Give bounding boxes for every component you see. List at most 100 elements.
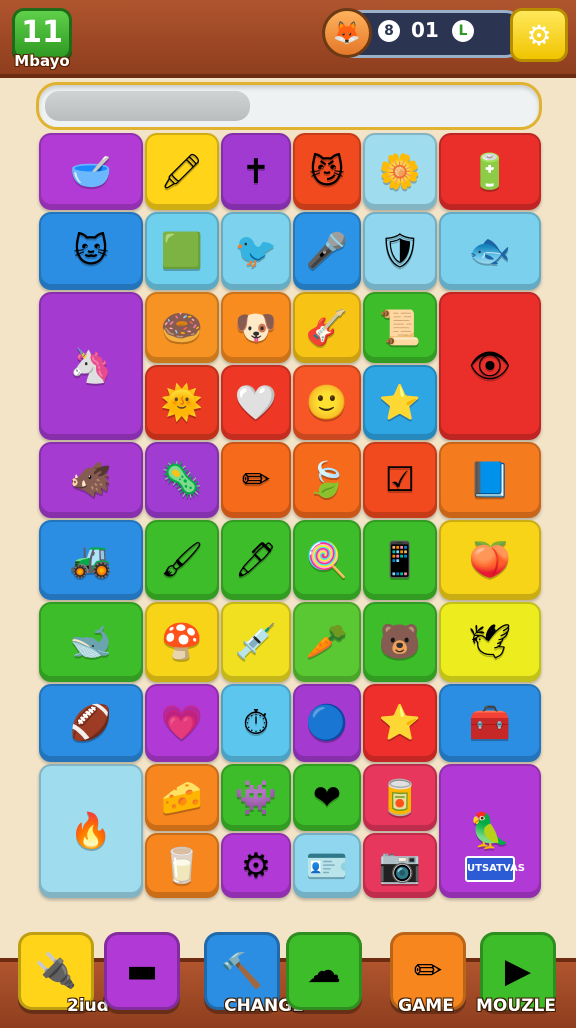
tile-phone[interactable]: 📱 bbox=[363, 520, 437, 600]
tile-eye[interactable]: 👁 bbox=[439, 292, 541, 440]
tile-bird-pink[interactable]: 🕊 bbox=[439, 602, 541, 682]
tile-flower[interactable]: 🌼 bbox=[363, 133, 437, 210]
tile-clock[interactable]: ⏱ bbox=[221, 684, 291, 762]
tile-chip-icon: 🪪 bbox=[305, 845, 349, 886]
stat-icon-a: 8 bbox=[378, 20, 400, 42]
tile-donut[interactable]: 🍩 bbox=[145, 292, 219, 363]
tile-popsicle-icon: 🥕 bbox=[305, 622, 349, 662]
tile-whale-icon: 🐋 bbox=[69, 622, 113, 662]
fox-icon: 🦊 bbox=[333, 20, 361, 46]
tile-battery[interactable]: 🔋 bbox=[439, 133, 541, 210]
tile-cross[interactable]: ✝ bbox=[221, 133, 291, 210]
tile-face-icon: 🙂 bbox=[305, 382, 349, 423]
tile-mushroom-icon: 🍄 bbox=[160, 622, 204, 662]
tile-face[interactable]: 🙂 bbox=[293, 365, 361, 440]
tile-bear[interactable]: 🐻 bbox=[363, 602, 437, 682]
tile-brush[interactable]: 🖌 bbox=[145, 520, 219, 600]
tile-germ-icon: 🦠 bbox=[160, 460, 204, 500]
tile-fish[interactable]: 🐟 bbox=[439, 212, 541, 290]
tile-unicorn[interactable]: 🦄 bbox=[39, 292, 143, 440]
tile-heart-bear[interactable]: 💗 bbox=[145, 684, 219, 762]
tile-star-green[interactable]: ⭐ bbox=[363, 365, 437, 440]
tile-bird-pink-icon: 🕊 bbox=[468, 622, 512, 662]
tile-syringe[interactable]: 💉 bbox=[221, 602, 291, 682]
avatar[interactable]: 🦊 bbox=[322, 8, 372, 58]
tile-star-green-icon: ⭐ bbox=[378, 382, 422, 423]
tile-leaf[interactable]: 🍃 bbox=[293, 442, 361, 518]
tile-bear-icon: 🐻 bbox=[378, 622, 422, 662]
gear-icon: ⚙ bbox=[526, 18, 552, 52]
tile-can[interactable]: 🥫 bbox=[363, 764, 437, 831]
tile-microphone-icon: 🎤 bbox=[305, 231, 349, 271]
tile-star-yellow[interactable]: ⭐ bbox=[363, 684, 437, 762]
tile-glass[interactable]: 🥛 bbox=[145, 833, 219, 898]
tile-lollipop[interactable]: 🍭 bbox=[293, 520, 361, 600]
bottom-button-cloud[interactable]: ☁ bbox=[286, 932, 362, 1010]
bottom-button-plug-label: 2iud bbox=[67, 996, 109, 1016]
settings-button[interactable]: ⚙ bbox=[510, 8, 568, 62]
tile-gear[interactable]: ⚙ bbox=[221, 833, 291, 898]
tile-monster-icon: 😼 bbox=[309, 151, 345, 192]
tile-sun[interactable]: 🌞 bbox=[145, 365, 219, 440]
tile-pig-icon: 🐗 bbox=[69, 460, 113, 500]
top-bar: 11 Mbayo 🦊 8 01 L ⚙ bbox=[0, 0, 576, 78]
tile-crayon[interactable]: 🖍 bbox=[145, 133, 219, 210]
tile-peach[interactable]: 🍑 bbox=[439, 520, 541, 600]
bottom-button-muzzle-label: MOUZLE bbox=[476, 996, 556, 1016]
tile-marker[interactable]: 🖊 bbox=[221, 520, 291, 600]
tile-cat[interactable]: 🐱 bbox=[39, 212, 143, 290]
tile-eye-icon: 👁 bbox=[468, 346, 512, 386]
tile-chip[interactable]: 🪪 bbox=[293, 833, 361, 898]
tile-peach-icon: 🍑 bbox=[468, 540, 512, 580]
tile-crane[interactable]: 🚜 bbox=[39, 520, 143, 600]
tile-unicorn-icon: 🦄 bbox=[69, 346, 113, 386]
tile-whale[interactable]: 🐋 bbox=[39, 602, 143, 682]
bottom-button-game-label: GAME bbox=[398, 996, 454, 1016]
tile-pencil[interactable]: ✏ bbox=[221, 442, 291, 518]
tile-flame[interactable]: 🔥 bbox=[39, 764, 143, 898]
tile-checkbox[interactable]: ☑ bbox=[363, 442, 437, 518]
tile-parrot[interactable]: 🦜 UTSATVAS bbox=[439, 764, 541, 898]
tile-dog[interactable]: 🐶 bbox=[221, 292, 291, 363]
tile-heart[interactable]: ❤ bbox=[293, 764, 361, 831]
tile-germ[interactable]: 🦠 bbox=[145, 442, 219, 518]
tile-glass-icon: 🥛 bbox=[160, 845, 204, 886]
tile-blob[interactable]: 🔵 bbox=[293, 684, 361, 762]
tile-pencil-icon: ✏ bbox=[241, 460, 271, 500]
tile-bowl[interactable]: 🥣 bbox=[39, 133, 143, 210]
tile-flame-icon: 🔥 bbox=[69, 811, 113, 851]
tile-flower-icon: 🌼 bbox=[378, 151, 422, 192]
tile-cheese[interactable]: 🧀 bbox=[145, 764, 219, 831]
tile-heart-icon: ❤ bbox=[312, 777, 342, 818]
bottom-button-purple[interactable]: ▬ bbox=[104, 932, 180, 1010]
tile-pig[interactable]: 🐗 bbox=[39, 442, 143, 518]
tile-bowl-icon: 🥣 bbox=[69, 151, 113, 192]
tile-star-yellow-icon: ⭐ bbox=[378, 703, 422, 743]
tile-popsicle[interactable]: 🥕 bbox=[293, 602, 361, 682]
tile-heart-outline-icon: 🤍 bbox=[234, 382, 278, 423]
tile-cat-icon: 🐱 bbox=[73, 231, 109, 271]
tile-book[interactable]: 📘 bbox=[439, 442, 541, 518]
tile-box-icon: 🧰 bbox=[468, 703, 512, 743]
tile-sun-icon: 🌞 bbox=[160, 382, 204, 423]
tile-heart-outline[interactable]: 🤍 bbox=[221, 365, 291, 440]
tile-bird[interactable]: 🐦 bbox=[221, 212, 291, 290]
tile-football[interactable]: 🏈 bbox=[39, 684, 143, 762]
stat-icon-c: L bbox=[452, 20, 474, 42]
tile-mushroom[interactable]: 🍄 bbox=[145, 602, 219, 682]
tile-monster[interactable]: 😼 bbox=[293, 133, 361, 210]
tile-camera-icon: 📷 bbox=[378, 845, 422, 886]
tile-cheese-icon: 🧀 bbox=[160, 777, 204, 818]
tile-lollipop-icon: 🍭 bbox=[305, 540, 349, 580]
tile-heart-bear-icon: 💗 bbox=[160, 703, 204, 743]
tile-microphone[interactable]: 🎤 bbox=[293, 212, 361, 290]
tile-camera[interactable]: 📷 bbox=[363, 833, 437, 898]
tile-virus[interactable]: 👾 bbox=[221, 764, 291, 831]
tile-scroll[interactable]: 📜 bbox=[363, 292, 437, 363]
tile-frame[interactable]: 🟩 bbox=[145, 212, 219, 290]
bottom-button-game-icon: ✏ bbox=[413, 951, 443, 991]
stat-count: 01 bbox=[411, 18, 439, 42]
tile-shield[interactable]: 🛡 bbox=[363, 212, 437, 290]
tile-box[interactable]: 🧰 bbox=[439, 684, 541, 762]
tile-pick[interactable]: 🎸 bbox=[293, 292, 361, 363]
